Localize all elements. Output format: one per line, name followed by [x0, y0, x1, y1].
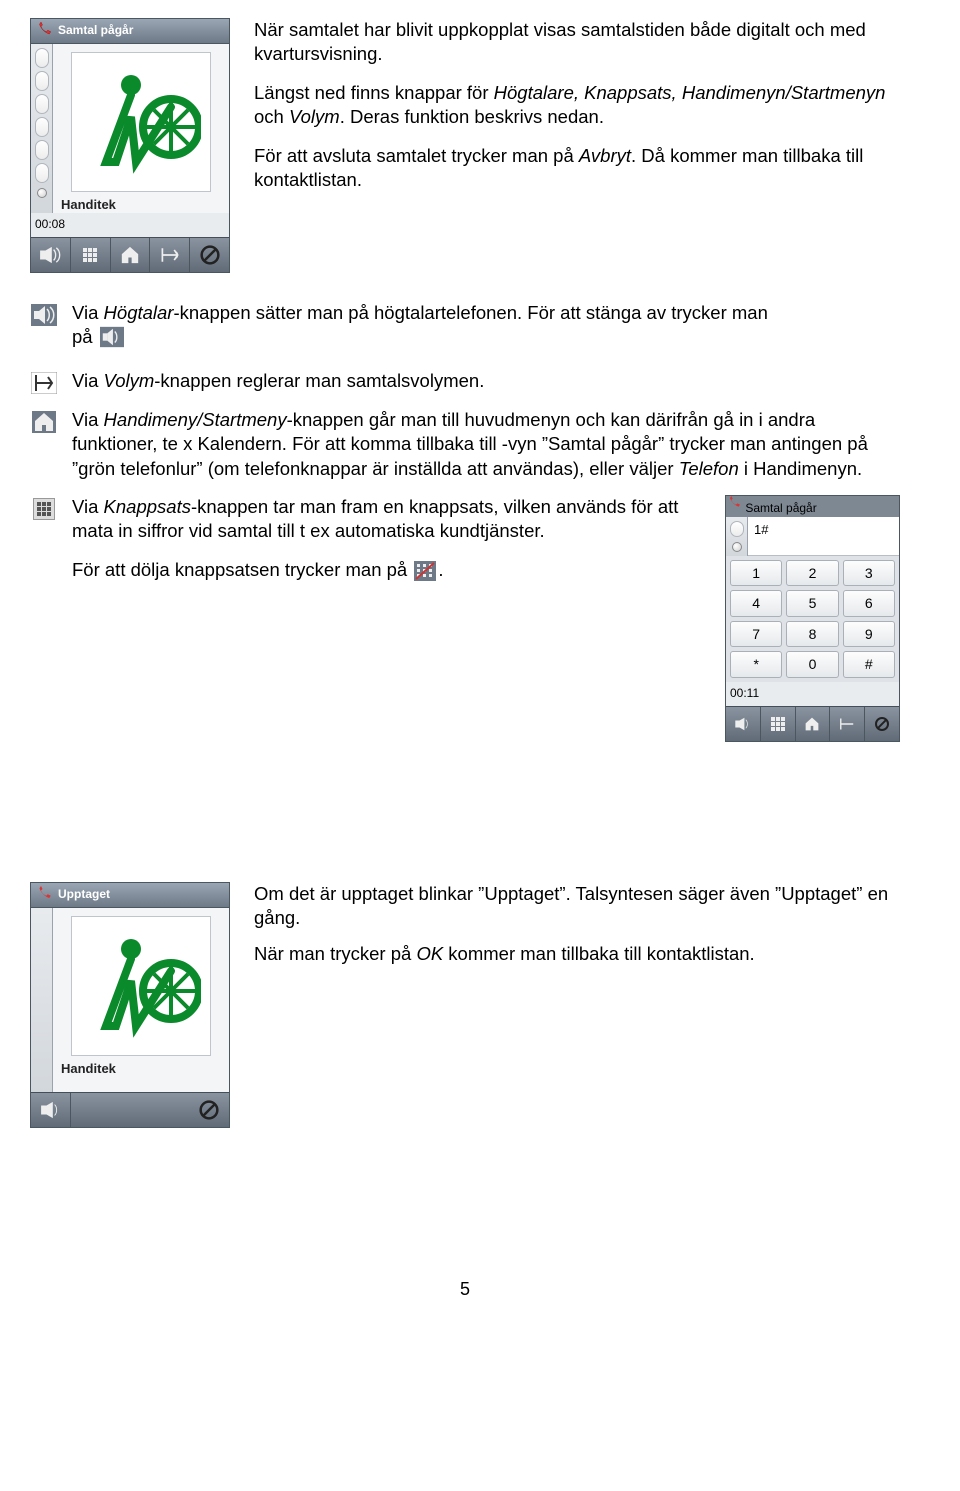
quarter-indicator-column: [31, 44, 53, 213]
keypad-display: 1#: [748, 517, 899, 556]
phone-toolbar: [31, 237, 229, 272]
busy-quarter-col: [31, 908, 53, 1092]
keypad-key-9[interactable]: 9: [843, 621, 895, 647]
busy-p2: När man trycker på OK kommer man tillbak…: [254, 942, 900, 966]
active-dot: [37, 188, 47, 198]
mini-volume-button[interactable]: [830, 707, 865, 741]
intro-p2: Längst ned finns knappar för Högtalare, …: [254, 81, 900, 130]
phone-titlebar: Samtal pågår: [31, 19, 229, 44]
mini-home-button[interactable]: [796, 707, 831, 741]
busy-text: Om det är upptaget blinkar ”Upptaget”. T…: [254, 882, 900, 1128]
intro-text: När samtalet har blivit uppkopplat visas…: [254, 18, 900, 273]
mini-title: Samtal pågår: [745, 501, 816, 515]
mini-speaker-button[interactable]: [726, 707, 761, 741]
intro-p3: För att avsluta samtalet trycker man på …: [254, 144, 900, 193]
bullet-home: Via Handimeny/Startmeny-knappen går man …: [30, 408, 900, 481]
keypad-close-icon: [414, 561, 436, 587]
keypad-key-0[interactable]: 0: [786, 651, 838, 677]
mini-timer: 00:11: [726, 682, 899, 706]
keypad-key-7[interactable]: 7: [730, 621, 782, 647]
phone-mock-busy: Upptaget Handitek: [30, 882, 230, 1128]
keypad-key-#[interactable]: #: [843, 651, 895, 677]
keypad-icon: [30, 495, 58, 520]
busy-contact-name: Handitek: [53, 1060, 229, 1077]
speaker-button[interactable]: [31, 238, 71, 272]
mini-quarter-col: [726, 517, 748, 556]
busy-p1: Om det är upptaget blinkar ”Upptaget”. T…: [254, 882, 900, 931]
keypad-key-5[interactable]: 5: [786, 590, 838, 616]
bullet-speaker: Via Högtalar-knappen sätter man på högta…: [30, 301, 900, 355]
speaker-off-icon: [100, 326, 124, 354]
keypad-key-2[interactable]: 2: [786, 560, 838, 586]
speaker-icon: [30, 301, 58, 326]
contact-name: Handitek: [53, 196, 229, 213]
keypad-key-6[interactable]: 6: [843, 590, 895, 616]
call-timer: 00:08: [31, 213, 229, 237]
intro-p1: När samtalet har blivit uppkopplat visas…: [254, 18, 900, 67]
busy-cancel-button[interactable]: [189, 1093, 229, 1127]
page-number: 5: [30, 1278, 900, 1302]
busy-titlebar: Upptaget: [31, 883, 229, 908]
mini-keypad-button[interactable]: [761, 707, 796, 741]
phone-mock-call: Samtal pågår: [30, 18, 230, 273]
phone-handset-icon: [35, 22, 53, 40]
busy-speaker-button[interactable]: [31, 1093, 71, 1127]
home-button[interactable]: [111, 238, 151, 272]
hide-keypad-text: För att dölja knappsatsen trycker man på…: [72, 558, 701, 587]
keypad-key-*[interactable]: *: [730, 651, 782, 677]
mini-titlebar: Samtal pågår: [726, 496, 899, 517]
bullet-keypad: Via Knappsats-knappen tar man fram en kn…: [30, 495, 701, 544]
contact-image: [71, 52, 211, 192]
home-icon: [30, 408, 58, 433]
phone-title: Samtal pågår: [58, 23, 133, 39]
keypad-grid: 123 456 789 *0#: [726, 556, 899, 682]
keypad-key-4[interactable]: 4: [730, 590, 782, 616]
phone-handset-icon: [35, 886, 53, 904]
mini-cancel-button[interactable]: [865, 707, 899, 741]
phone-mock-keypad: Samtal pågår 1# 123 456 789 *0# 00:11: [725, 495, 900, 742]
busy-contact-image: [71, 916, 211, 1056]
keypad-button[interactable]: [71, 238, 111, 272]
busy-title: Upptaget: [58, 887, 110, 903]
volume-icon: [30, 369, 58, 394]
volume-button[interactable]: [150, 238, 190, 272]
cancel-button[interactable]: [190, 238, 229, 272]
keypad-key-3[interactable]: 3: [843, 560, 895, 586]
keypad-key-8[interactable]: 8: [786, 621, 838, 647]
phone-handset-icon: [726, 496, 742, 512]
bullet-volume: Via Volym-knappen reglerar man samtalsvo…: [30, 369, 900, 394]
keypad-key-1[interactable]: 1: [730, 560, 782, 586]
